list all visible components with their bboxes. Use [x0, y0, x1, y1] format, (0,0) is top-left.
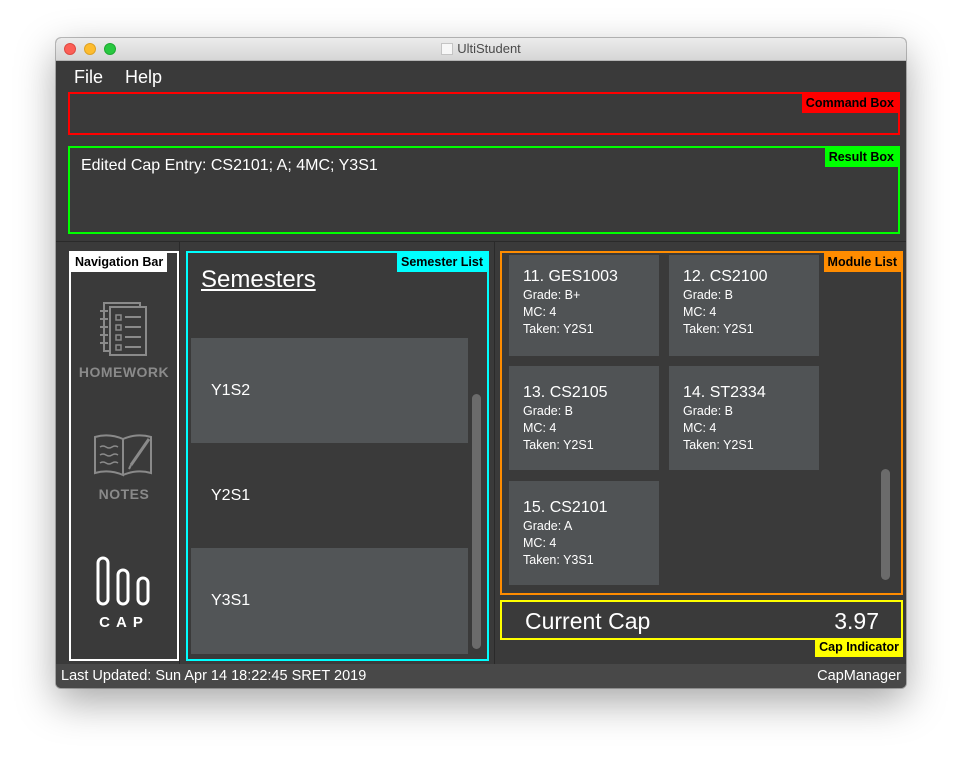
module-mc: MC: 4: [523, 421, 557, 435]
panel-divider: [494, 242, 495, 664]
module-title: 12. CS2100: [683, 268, 768, 285]
module-card[interactable]: 12. CS2100 Grade: B MC: 4 Taken: Y2S1: [669, 255, 819, 356]
module-card[interactable]: 11. GES1003 Grade: B+ MC: 4 Taken: Y2S1: [509, 255, 659, 356]
module-taken: Taken: Y2S1: [683, 322, 754, 336]
semester-item[interactable]: Y3S1: [191, 548, 468, 654]
current-cap-label: Current Cap: [525, 608, 651, 634]
semester-item[interactable]: [191, 302, 468, 338]
module-taken: Taken: Y2S1: [683, 438, 754, 452]
module-mc: MC: 4: [683, 421, 717, 435]
module-grade: Grade: B+: [523, 288, 581, 302]
nav-item-cap[interactable]: CAP: [71, 555, 177, 631]
semester-item[interactable]: Y1S2: [191, 338, 468, 443]
module-list: Module List 11. GES1003 Grade: B+ MC: 4 …: [500, 251, 903, 595]
module-title: 11. GES1003: [523, 268, 618, 285]
status-bar: Last Updated: Sun Apr 14 18:22:45 SRET 2…: [56, 664, 906, 688]
semester-list: Semester List Semesters Y1S2 Y2S1 Y3S1: [186, 251, 489, 661]
command-box[interactable]: Command Box: [68, 92, 900, 135]
app-name-status: CapManager: [817, 668, 901, 684]
cap-indicator-tag: Cap Indicator: [815, 638, 903, 657]
window-title: UltiStudent: [457, 41, 521, 56]
module-taken: Taken: Y2S1: [523, 322, 594, 336]
nav-label-notes: NOTES: [98, 486, 150, 502]
navigation-bar: Navigation Bar HOMEWORK NOTES CAP: [69, 251, 179, 661]
module-list-tag: Module List: [823, 253, 901, 272]
title-bar: UltiStudent: [56, 38, 906, 61]
semester-scrollbar[interactable]: [471, 302, 483, 654]
module-card[interactable]: 15. CS2101 Grade: A MC: 4 Taken: Y3S1: [509, 481, 659, 585]
nav-item-homework[interactable]: HOMEWORK: [71, 301, 177, 380]
module-taken: Taken: Y3S1: [523, 553, 594, 567]
app-icon: [441, 43, 454, 55]
module-grade: Grade: B: [683, 288, 734, 302]
semester-scrollbar-thumb[interactable]: [472, 394, 481, 649]
module-taken: Taken: Y2S1: [523, 438, 594, 452]
panel-divider: [179, 242, 180, 664]
window-title-wrap: UltiStudent: [56, 41, 906, 56]
menu-bar: File Help: [56, 61, 906, 91]
cap-icon: [96, 556, 150, 606]
semester-scroll-area: Y1S2 Y2S1 Y3S1: [191, 302, 468, 654]
last-updated-status: Last Updated: Sun Apr 14 18:22:45 SRET 2…: [61, 668, 367, 684]
nav-label-homework: HOMEWORK: [78, 364, 170, 380]
result-box: Result Box Edited Cap Entry: CS2101; A; …: [68, 146, 900, 234]
menu-file[interactable]: File: [74, 67, 103, 88]
semester-list-tag: Semester List: [397, 253, 487, 272]
module-card[interactable]: 14. ST2334 Grade: B MC: 4 Taken: Y2S1: [669, 366, 819, 470]
semesters-heading: Semesters: [201, 266, 316, 293]
module-card[interactable]: 13. CS2105 Grade: B MC: 4 Taken: Y2S1: [509, 366, 659, 470]
result-message: Edited Cap Entry: CS2101; A; 4MC; Y3S1: [81, 157, 378, 174]
module-mc: MC: 4: [523, 305, 557, 319]
cap-indicator: Current Cap 3.97: [500, 600, 903, 640]
notes-icon: [94, 434, 152, 477]
module-scrollbar-thumb[interactable]: [881, 469, 890, 580]
module-title: 15. CS2101: [523, 499, 608, 516]
module-grade: Grade: B: [523, 404, 574, 418]
main-panel: Navigation Bar HOMEWORK NOTES CAP Semest…: [56, 241, 906, 664]
command-box-tag: Command Box: [801, 94, 898, 113]
app-window: UltiStudent File Help Command Box Result…: [56, 38, 906, 688]
nav-item-notes[interactable]: NOTES: [71, 431, 177, 502]
semester-item[interactable]: Y2S1: [191, 443, 468, 548]
homework-icon: [100, 302, 147, 356]
nav-label-cap: CAP: [99, 614, 149, 631]
current-cap-value: 3.97: [834, 608, 879, 634]
module-mc: MC: 4: [683, 305, 717, 319]
menu-help[interactable]: Help: [125, 67, 162, 88]
module-grade: Grade: A: [523, 519, 573, 533]
module-mc: MC: 4: [523, 536, 557, 550]
module-title: 13. CS2105: [523, 384, 608, 401]
module-grade: Grade: B: [683, 404, 734, 418]
navigation-bar-tag: Navigation Bar: [71, 253, 168, 272]
module-title: 14. ST2334: [683, 384, 766, 401]
result-box-tag: Result Box: [824, 148, 898, 167]
